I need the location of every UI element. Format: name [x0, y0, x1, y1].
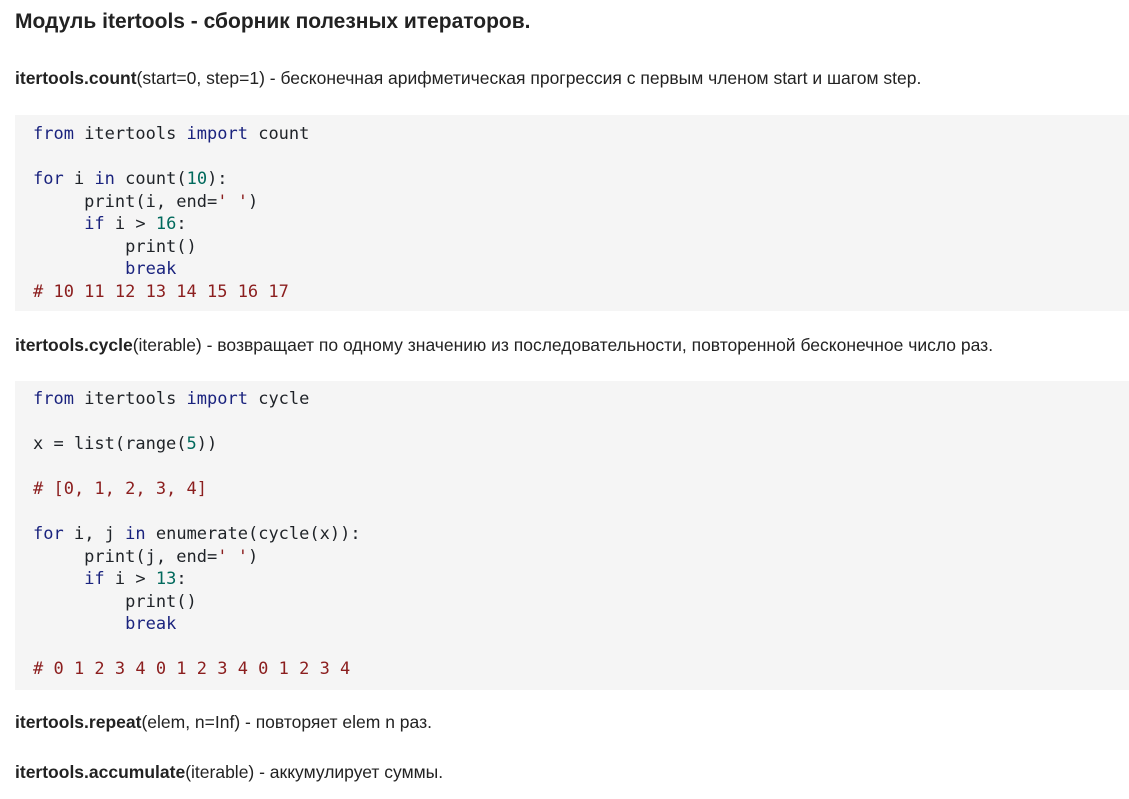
function-name: itertools.cycle: [15, 335, 133, 355]
code-line: for i in count(10):: [33, 169, 228, 189]
code-line: from itertools import count: [33, 124, 310, 144]
accumulate-description: itertools.accumulate(iterable) - аккумул…: [15, 762, 443, 783]
code-line: if i > 16:: [84, 214, 187, 234]
function-name: itertools.count: [15, 68, 137, 88]
article: Модуль itertools - сборник полезных итер…: [0, 0, 1129, 799]
code-comment: # 10 11 12 13 14 15 16 17: [33, 281, 289, 302]
function-signature: (iterable) - аккумулирует суммы.: [185, 762, 444, 782]
function-signature: (iterable) - возвращает по одному значен…: [132, 335, 994, 355]
code-block-cycle: from itertools import cycle x = list(ran…: [15, 381, 1129, 690]
code-line: for i, j in enumerate(cycle(x)):: [33, 524, 361, 544]
function-name: itertools.accumulate: [15, 762, 186, 782]
count-description: itertools.count(start=0, step=1) - беско…: [15, 68, 921, 89]
repeat-description: itertools.repeat(elem, n=Inf) - повторяе…: [15, 712, 432, 733]
code-line: print(): [33, 236, 197, 257]
function-signature: (elem, n=Inf) - повторяет elem n раз.: [141, 712, 432, 732]
code-line: break: [125, 259, 177, 279]
code-line: print(i, end=' '): [33, 191, 259, 212]
code-line: print(): [33, 591, 197, 612]
page-title: Модуль itertools - сборник полезных итер…: [15, 10, 531, 33]
function-signature: (start=0, step=1) - бесконечная арифмети…: [136, 68, 922, 88]
code-line: break: [125, 614, 177, 634]
code-line: print(j, end=' '): [33, 546, 259, 567]
code-comment: # 0 1 2 3 4 0 1 2 3 4 0 1 2 3 4: [33, 659, 351, 679]
code-block-count: from itertools import count for i in cou…: [15, 115, 1129, 311]
code-line: if i > 13:: [84, 569, 187, 589]
function-name: itertools.repeat: [15, 712, 142, 732]
code-comment: # [0, 1, 2, 3, 4]: [33, 479, 207, 499]
code-line: x = list(range(5)): [33, 434, 218, 454]
cycle-description: itertools.cycle(iterable) - возвращает п…: [15, 335, 993, 356]
code-line: from itertools import cycle: [33, 389, 310, 409]
